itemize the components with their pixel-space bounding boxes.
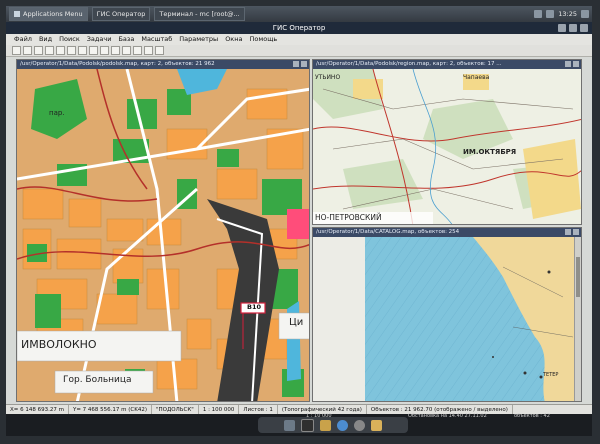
dock-bar [258,417,408,433]
search-icon[interactable] [111,46,120,55]
pane-title: /usr/Operator/1/Data/Podolsk/podolsk.map… [20,61,215,67]
map-label-place-4: НО-ПЕТРОВСКИЙ [315,213,382,222]
menu-parameters[interactable]: Параметры [179,34,218,45]
toolbar [6,45,592,57]
maximize-icon[interactable] [569,24,577,32]
terminal-icon[interactable] [301,418,314,432]
grid-icon[interactable] [144,46,153,55]
pane-minimize-icon[interactable] [565,229,571,235]
map-pane-city[interactable]: /usr/Operator/1/Data/Podolsk/podolsk.map… [16,59,310,402]
save-icon[interactable] [23,46,32,55]
pane-close-icon[interactable] [573,229,579,235]
measure-icon[interactable] [89,46,98,55]
menu-database[interactable]: База [118,34,134,45]
network-icon[interactable] [534,10,543,18]
search-icon[interactable] [354,419,365,431]
pane-minimize-icon[interactable] [293,61,299,67]
catalog-map-canvas[interactable] [313,237,582,402]
refresh-icon[interactable] [122,46,131,55]
pan-icon[interactable] [67,46,76,55]
taskbar-item-terminal[interactable]: Терминал - mc [root@... [154,7,245,21]
pane-minimize-icon[interactable] [565,61,571,67]
menu-help[interactable]: Помощь [249,34,277,45]
minimize-icon[interactable] [558,24,566,32]
system-tray: 13:25 [534,10,589,18]
open-icon[interactable] [12,46,21,55]
clock: 13:25 [558,10,577,18]
print-icon[interactable] [34,46,43,55]
zoom-out-icon[interactable] [56,46,65,55]
map-label-factory: ИМВОЛОКНО [21,338,97,351]
zoom-in-icon[interactable] [45,46,54,55]
menu-file[interactable]: Файл [14,34,32,45]
city-map-canvas[interactable] [17,69,310,402]
pane-close-icon[interactable] [301,61,307,67]
browser-icon[interactable] [337,419,348,431]
menu-bar: Файл Вид Поиск Задачи База Масштаб Парам… [6,34,592,45]
status-situation-objects: объектов : 42 [514,413,550,419]
map-pane-catalog[interactable]: /usr/Operator/1/Data/CATALOG.map, объект… [312,227,582,402]
status-situation: Обстановка на 14.40 27.11.02 [408,413,487,419]
select-icon[interactable] [78,46,87,55]
map-label-place-3: ИМ.ОКТЯБРЯ [463,148,517,156]
map-label-city-fragment: Ци [289,317,304,328]
power-icon[interactable] [581,10,589,18]
map-label-point: ТЕТЕР [543,372,559,378]
taskbar-item-label: ГИС Оператор [96,10,146,18]
region-map-canvas[interactable] [313,69,582,225]
map-label-park: пар. [49,109,65,117]
close-icon[interactable] [580,24,588,32]
settings-icon[interactable] [155,46,164,55]
pane-title-bar[interactable]: /usr/Operator/1/Data/Podolsk/podolsk.map… [17,60,309,69]
vertical-scrollbar[interactable] [574,237,581,401]
pane-title: /usr/Operator/1/Data/Podolsk/region.map,… [316,61,502,67]
pane-close-icon[interactable] [573,61,579,67]
info-icon[interactable] [133,46,142,55]
menu-search[interactable]: Поиск [59,34,80,45]
pane-title-bar[interactable]: /usr/Operator/1/Data/CATALOG.map, объект… [313,228,581,237]
layers-icon[interactable] [100,46,109,55]
pane-title-bar[interactable]: /usr/Operator/1/Data/Podolsk/region.map,… [313,60,581,69]
window-title: ГИС Оператор [272,24,326,32]
map-label-place-1: УТЬИНО [315,74,341,81]
menu-tasks[interactable]: Задачи [87,34,112,45]
screen: Applications Menu ГИС Оператор Терминал … [6,6,592,436]
volume-icon[interactable] [546,10,555,18]
scrollbar-thumb[interactable] [576,257,580,297]
menu-scale[interactable]: Масштаб [141,34,172,45]
os-taskbar: Applications Menu ГИС Оператор Терминал … [6,6,592,22]
applications-menu-icon [14,11,20,17]
folder-icon[interactable] [371,419,382,431]
dock: 1 : 10 000 Обстановка на 14.40 27.11.02 … [6,413,592,436]
map-label-place-2: Чапаева [463,74,490,81]
pane-title: /usr/Operator/1/Data/CATALOG.map, объект… [316,229,460,235]
applications-menu-button[interactable]: Applications Menu [9,7,88,21]
taskbar-item-gis[interactable]: ГИС Оператор [91,7,151,21]
map-label-hospital: Гор. Больница [63,375,132,385]
window-titlebar[interactable]: ГИС Оператор [6,22,592,34]
menu-view[interactable]: Вид [39,34,52,45]
map-pane-region[interactable]: /usr/Operator/1/Data/Podolsk/region.map,… [312,59,582,225]
file-manager-icon[interactable] [320,419,331,431]
desktop-icon[interactable] [284,419,295,431]
taskbar-item-label: Терминал - mc [root@... [159,10,240,18]
applications-menu-label: Applications Menu [23,10,83,18]
menu-windows[interactable]: Окна [225,34,242,45]
map-marker-label[interactable]: В10 [247,303,261,311]
